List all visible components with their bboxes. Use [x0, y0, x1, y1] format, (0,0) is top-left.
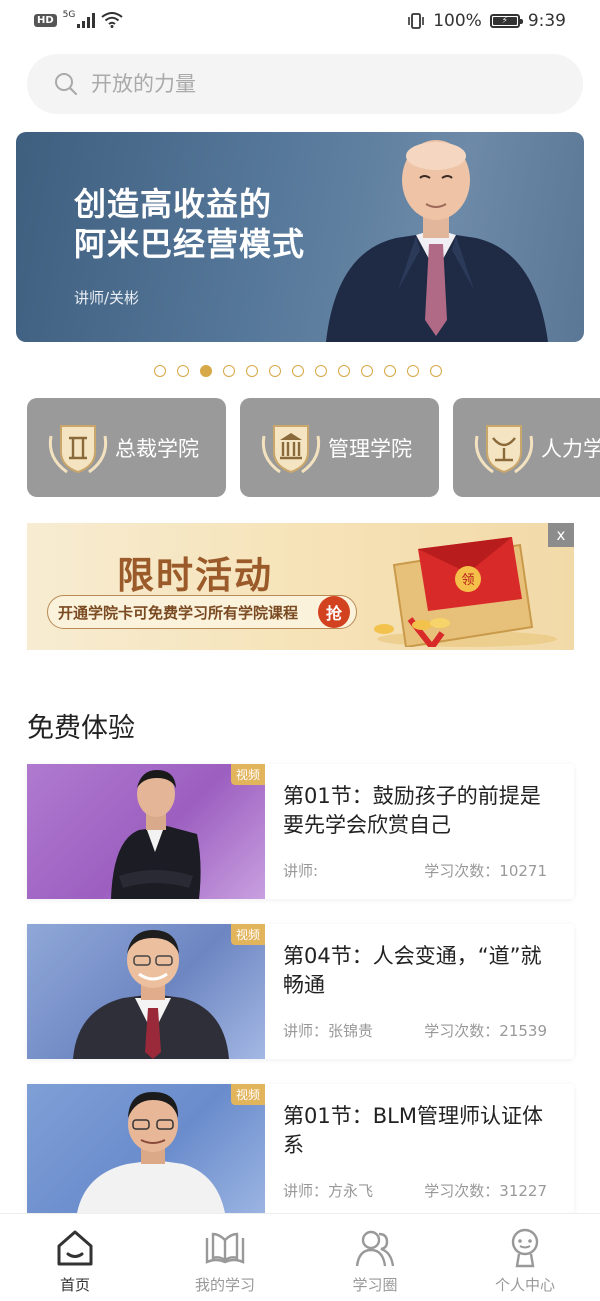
search-bar[interactable]: [27, 54, 583, 114]
carousel-dot[interactable]: [154, 365, 166, 377]
carousel-dot[interactable]: [269, 365, 281, 377]
category-label: 总裁学院: [115, 436, 199, 461]
course-thumbnail: 视频: [27, 924, 265, 1059]
tab-home[interactable]: 首页: [0, 1214, 150, 1301]
book-icon: [205, 1232, 245, 1264]
tab-label: 我的学习: [194, 1276, 255, 1294]
course-card[interactable]: 视频 第04节：人会变通，“道”就畅通 讲师：张锦贵 学习次数：21539: [27, 924, 574, 1059]
carousel-dot[interactable]: [292, 365, 304, 377]
promo-subtitle: 开通学院卡可免费学习所有学院课程: [47, 595, 357, 629]
category-hr-college[interactable]: 人力学: [453, 398, 600, 497]
tab-study-circle[interactable]: 学习圈: [300, 1214, 450, 1301]
charging-icon: ⚡: [501, 16, 508, 26]
lecturer-portrait: [111, 770, 201, 899]
status-bar-right: 100% ⚡ 9:39: [407, 11, 566, 31]
tab-profile[interactable]: 个人中心: [450, 1214, 600, 1301]
search-input[interactable]: [91, 72, 491, 96]
envelope-badge: 领: [461, 573, 474, 588]
clock: 9:39: [527, 11, 566, 31]
president-emblem-icon: [48, 424, 108, 473]
video-tag: 视频: [230, 1084, 265, 1105]
carousel-indicator[interactable]: [154, 365, 442, 377]
management-emblem-icon: [261, 424, 321, 473]
profile-icon: [511, 1228, 539, 1268]
category-label: 人力学: [541, 436, 600, 461]
course-lecturer: 讲师：张锦贵: [283, 1022, 374, 1040]
carousel-dot[interactable]: [200, 365, 212, 377]
grab-button[interactable]: 抢: [318, 596, 350, 628]
course-view-count: 学习次数：21539: [424, 1022, 547, 1040]
tab-label: 首页: [59, 1276, 90, 1294]
category-management-college[interactable]: 管理学院: [240, 398, 439, 497]
status-bar-left: HD 5G: [34, 10, 123, 28]
course-title: 第01节：BLM管理师认证体系: [283, 1104, 543, 1157]
banner-title-line1: 创造高收益的: [74, 185, 273, 223]
category-label: 管理学院: [328, 436, 412, 461]
carousel-dot[interactable]: [246, 365, 258, 377]
tab-label: 个人中心: [494, 1276, 555, 1294]
lecturer-portrait: [77, 1092, 225, 1213]
banner-lecturer: 讲师/关彬: [74, 289, 140, 307]
course-view-count: 学习次数：10271: [424, 862, 547, 880]
carousel-dot[interactable]: [223, 365, 235, 377]
section-title: 免费体验: [27, 713, 135, 744]
bottom-tab-bar: 首页 我的学习 学习圈 个人中心: [0, 1213, 600, 1301]
community-icon: [355, 1230, 395, 1267]
course-view-count: 学习次数：31227: [424, 1182, 547, 1200]
wifi-icon: [101, 12, 123, 28]
course-card[interactable]: 视频 第01节：BLM管理师认证体系 讲师：方永飞 学习次数：31227: [27, 1084, 574, 1213]
battery-percent: 100%: [433, 11, 482, 31]
banner-title-line2: 阿米巴经营模式: [74, 225, 306, 263]
red-envelope-gift: 领: [374, 537, 557, 647]
category-president-college[interactable]: 总裁学院: [27, 398, 226, 497]
video-tag: 视频: [230, 924, 265, 945]
carousel-dot[interactable]: [430, 365, 442, 377]
tab-label: 学习圈: [352, 1276, 398, 1294]
status-bar: HD 5G 100% ⚡ 9:39: [0, 0, 600, 44]
video-tag: 视频: [230, 764, 265, 785]
promo-title: 限时活动: [117, 554, 273, 597]
course-thumbnail: 视频: [27, 1084, 265, 1213]
lecturer-portrait: [326, 140, 548, 342]
hd-badge: HD: [34, 13, 57, 27]
course-card[interactable]: 视频 第01节：鼓励孩子的前提是要先学会欣赏自己 讲师: 学习次数：10271: [27, 764, 574, 899]
close-button[interactable]: x: [548, 523, 574, 547]
search-icon: [55, 73, 78, 96]
carousel-dot[interactable]: [177, 365, 189, 377]
carousel-dot[interactable]: [315, 365, 327, 377]
lecturer-portrait: [73, 930, 229, 1059]
banner-title: 创造高收益的 阿米巴经营模式: [74, 184, 305, 264]
course-thumbnail: 视频: [27, 764, 265, 899]
carousel-dot[interactable]: [384, 365, 396, 377]
signal-icon: [77, 12, 96, 28]
home-icon: [57, 1230, 93, 1266]
category-row: 总裁学院 管理学院 人力学: [27, 398, 600, 497]
course-lecturer: 讲师:: [283, 862, 319, 880]
promo-banner[interactable]: 限时活动 开通学院卡可免费学习所有学院课程 抢 领 x: [27, 523, 574, 650]
tab-my-learning[interactable]: 我的学习: [150, 1214, 300, 1301]
carousel-dot[interactable]: [407, 365, 419, 377]
course-lecturer: 讲师：方永飞: [283, 1182, 374, 1200]
course-title: 第01节：鼓励孩子的前提是要先学会欣赏自己: [283, 784, 541, 837]
hero-banner[interactable]: 创造高收益的 阿米巴经营模式 讲师/关彬: [16, 132, 584, 342]
carousel-dot[interactable]: [361, 365, 373, 377]
battery-icon: ⚡: [489, 14, 523, 28]
vibrate-icon: [408, 13, 425, 29]
network-type: 5G: [62, 10, 76, 20]
carousel-dot[interactable]: [338, 365, 350, 377]
hr-emblem-icon: [474, 424, 534, 473]
course-title: 第04节：人会变通，“道”就畅通: [283, 944, 542, 997]
